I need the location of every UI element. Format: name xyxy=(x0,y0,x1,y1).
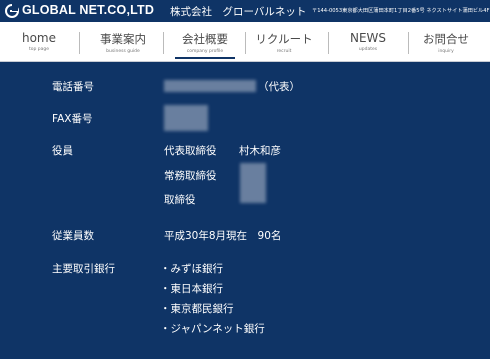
bank-list-item: ・東日本銀行 xyxy=(160,283,223,295)
officer-title: 代表取締役 xyxy=(164,145,217,157)
fax-label: FAX番号 xyxy=(52,113,93,125)
nav-item-label: home xyxy=(21,31,57,45)
company-address: 〒144-0053東京都大田区蒲田本町1丁目2番5号 ネクストサイト蒲田ビル4F xyxy=(312,8,490,14)
brand-name[interactable]: GLOBAL NET.CO,LTD xyxy=(22,3,154,17)
nav-divider xyxy=(408,32,409,54)
officers-label: 役員 xyxy=(52,145,73,157)
top-bar: GLOBAL NET.CO,LTD 株式会社 グローバルネット 〒144-005… xyxy=(0,0,490,22)
nav-item-label: 事業案内 xyxy=(100,32,146,46)
bank-list-item: ・東京都民銀行 xyxy=(160,303,234,315)
nav-item-news[interactable]: NEWS updates xyxy=(340,22,396,62)
nav-divider xyxy=(245,32,246,54)
nav-divider xyxy=(163,32,164,54)
nav-item-sublabel: company profile xyxy=(186,49,224,54)
phone-label: 電話番号 xyxy=(52,81,94,93)
nav-active-indicator xyxy=(175,57,235,59)
nav-item-sublabel: top page xyxy=(28,47,50,52)
banks-label: 主要取引銀行 xyxy=(52,263,115,275)
globalnet-logo-icon[interactable] xyxy=(5,4,19,18)
main-navigation: home top page 事業案内 business guide 会社概要 c… xyxy=(0,22,490,62)
officer-title: 取締役 xyxy=(164,194,196,206)
nav-item-home[interactable]: home top page xyxy=(14,22,64,62)
nav-item-sublabel: inquiry xyxy=(438,49,454,54)
officer-name-redacted xyxy=(240,163,266,203)
nav-item-label: NEWS xyxy=(349,31,387,45)
nav-divider xyxy=(79,32,80,54)
nav-item-label: お問合せ xyxy=(423,32,469,46)
nav-item-sublabel: updates xyxy=(358,47,378,52)
nav-divider xyxy=(328,32,329,54)
nav-item-inquiry[interactable]: お問合せ inquiry xyxy=(417,22,475,62)
company-profile-table: 電話番号 （代表） FAX番号 役員 代表取締役 村木和彦 常務取締役 取締役 … xyxy=(0,63,490,359)
nav-item-label: リクルート xyxy=(255,32,313,46)
officer-title: 常務取締役 xyxy=(164,170,217,182)
nav-item-sublabel: business guide xyxy=(106,49,140,54)
nav-item-company[interactable]: 会社概要 company profile xyxy=(173,22,237,62)
nav-item-sublabel: recruit xyxy=(276,49,292,54)
bank-list-item: ・みずほ銀行 xyxy=(160,263,223,275)
fax-number-redacted xyxy=(164,105,208,131)
employees-value: 平成30年8月現在 90名 xyxy=(164,230,282,242)
employees-label: 従業員数 xyxy=(52,230,94,242)
brand-name-jp: 株式会社 グローバルネット xyxy=(170,6,307,18)
phone-suffix: （代表） xyxy=(258,81,300,93)
officer-name: 村木和彦 xyxy=(239,145,281,157)
phone-number-redacted xyxy=(164,80,256,92)
nav-item-label: 会社概要 xyxy=(182,32,228,46)
bank-list-item: ・ジャパンネット銀行 xyxy=(160,323,265,335)
nav-item-business[interactable]: 事業案内 business guide xyxy=(92,22,154,62)
nav-item-recruit[interactable]: リクルート recruit xyxy=(250,22,318,62)
